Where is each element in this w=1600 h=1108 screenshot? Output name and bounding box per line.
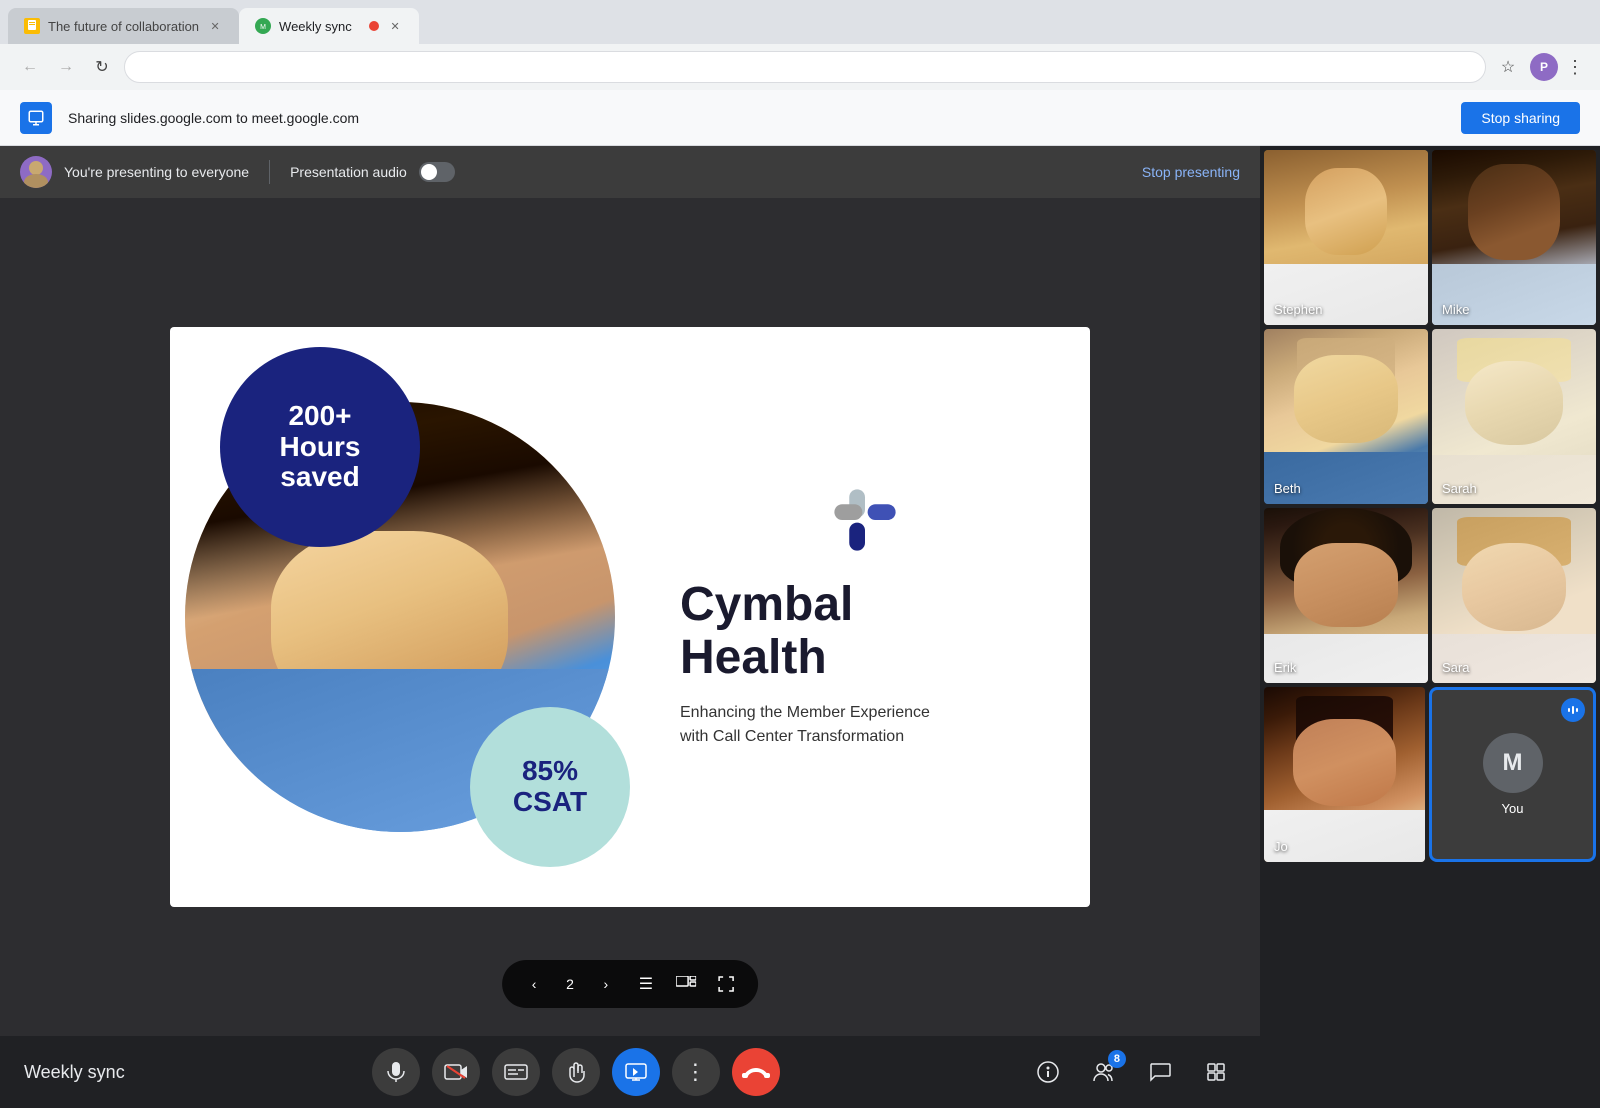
svg-text:M: M (260, 24, 266, 31)
presenting-text: You're presenting to everyone (64, 164, 249, 180)
company-name: Cymbal Health (680, 579, 1050, 685)
camera-button[interactable] (432, 1048, 480, 1096)
participants-row-2: Beth Sarah (1264, 329, 1596, 504)
company-name-line2: Health (680, 632, 1050, 685)
participant-erik: Erik (1264, 508, 1428, 683)
tab-slides[interactable]: The future of collaboration ✕ (8, 8, 239, 44)
audio-toggle[interactable] (419, 162, 455, 182)
sarah-label: Sarah (1442, 481, 1477, 496)
slide-subtitle: Enhancing the Member Experience with Cal… (680, 701, 1050, 749)
stop-presenting-button[interactable]: Stop presenting (1142, 164, 1240, 180)
you-tile: M You (1429, 687, 1596, 862)
participant-beth: Beth (1264, 329, 1428, 504)
info-button[interactable] (1028, 1052, 1068, 1092)
forward-button[interactable]: → (52, 53, 80, 81)
jo-label: Jo (1274, 839, 1288, 854)
present-button[interactable] (612, 1048, 660, 1096)
filmstrip-icon[interactable]: ☰ (630, 968, 662, 1000)
sharing-icon (20, 102, 52, 134)
profile-icon[interactable]: P (1530, 53, 1558, 81)
you-avatar: M (1483, 733, 1543, 793)
people-badge: 8 (1108, 1050, 1126, 1068)
slides-favicon (24, 18, 40, 34)
stat-csat: CSAT (513, 787, 587, 818)
chrome-menu-icon[interactable]: ⋮ (1566, 57, 1584, 78)
company-name-line1: Cymbal (680, 579, 1050, 632)
participants-row-3: Erik Sara (1264, 508, 1596, 683)
more-options-button[interactable]: ⋮ (672, 1048, 720, 1096)
main-area: You're presenting to everyone Presentati… (0, 146, 1600, 1108)
beth-label: Beth (1274, 481, 1301, 496)
stop-sharing-button[interactable]: Stop sharing (1461, 102, 1580, 134)
slide-left: 200+ Hours saved 85% CSAT (170, 327, 650, 907)
raise-hand-button[interactable] (552, 1048, 600, 1096)
participants-row-1: Stephen Mike (1264, 150, 1596, 325)
address-bar[interactable] (124, 51, 1486, 83)
stat-hours: Hours (280, 432, 361, 463)
bookmark-icon[interactable]: ☆ (1494, 53, 1522, 81)
reload-button[interactable]: ↻ (88, 53, 116, 81)
mike-label: Mike (1442, 302, 1469, 317)
next-slide-button[interactable]: › (590, 968, 622, 1000)
sara-label: Sara (1442, 660, 1469, 675)
divider (269, 160, 270, 184)
subtitle-line1: Enhancing the Member Experience (680, 701, 1050, 725)
tab-bar: The future of collaboration ✕ M Weekly s… (0, 0, 1600, 90)
slide-number: 2 (558, 976, 582, 992)
slide: 200+ Hours saved 85% CSAT (170, 327, 1090, 907)
user-avatar: P (1530, 53, 1558, 81)
you-label: You (1502, 801, 1524, 816)
cymbal-cross-icon (830, 485, 900, 555)
meet-tab-close[interactable]: ✕ (387, 18, 403, 34)
bottom-toolbar: Weekly sync (0, 1036, 1260, 1108)
participant-jo: Jo (1264, 687, 1425, 862)
audio-active-icon (1561, 698, 1585, 722)
prev-slide-button[interactable]: ‹ (518, 968, 550, 1000)
participant-stephen: Stephen (1264, 150, 1428, 325)
participant-sarah: Sarah (1432, 329, 1596, 504)
audio-label: Presentation audio (290, 164, 407, 180)
sharing-bar: Sharing slides.google.com to meet.google… (0, 90, 1600, 146)
participant-mike: Mike (1432, 150, 1596, 325)
presentation-area: You're presenting to everyone Presentati… (0, 146, 1260, 1108)
meeting-name: Weekly sync (24, 1062, 125, 1083)
people-button[interactable]: 8 (1084, 1052, 1124, 1092)
participant-sara: Sara (1432, 508, 1596, 683)
erik-label: Erik (1274, 660, 1296, 675)
slides-tab-close[interactable]: ✕ (207, 18, 223, 34)
slide-navigation: ‹ 2 › ☰ (502, 960, 758, 1008)
back-button[interactable]: ← (16, 53, 44, 81)
slide-right: Cymbal Health Enhancing the Member Exper… (650, 445, 1090, 789)
presenter-view-icon[interactable] (670, 968, 702, 1000)
presenter-bar: You're presenting to everyone Presentati… (0, 146, 1260, 198)
presenter-avatar (20, 156, 52, 188)
tab-meet[interactable]: M Weekly sync ✕ (239, 8, 419, 44)
cymbal-logo (680, 485, 1050, 555)
stat-85: 85% (522, 756, 578, 787)
participants-row-4: Jo M You (1264, 687, 1596, 862)
browser-window: The future of collaboration ✕ M Weekly s… (0, 0, 1600, 1108)
activities-button[interactable] (1196, 1052, 1236, 1092)
captions-button[interactable] (492, 1048, 540, 1096)
toggle-thumb (421, 164, 437, 180)
stat-circle-hours: 200+ Hours saved (220, 347, 420, 547)
recording-indicator (369, 21, 379, 31)
stat-saved: saved (280, 462, 359, 493)
slide-container: 200+ Hours saved 85% CSAT (0, 198, 1260, 1036)
meet-favicon: M (255, 18, 271, 34)
meet-tab-title: Weekly sync (279, 19, 361, 34)
fullscreen-icon[interactable] (710, 968, 742, 1000)
stat-circle-csat: 85% CSAT (470, 707, 630, 867)
chat-button[interactable] (1140, 1052, 1180, 1092)
participants-panel: Stephen Mike B (1260, 146, 1600, 1108)
end-call-button[interactable] (732, 1048, 780, 1096)
subtitle-line2: with Call Center Transformation (680, 725, 1050, 749)
stat-200: 200+ (288, 401, 351, 432)
stephen-label: Stephen (1274, 302, 1322, 317)
sharing-text: Sharing slides.google.com to meet.google… (68, 110, 1445, 126)
toolbar-right: 8 (1028, 1052, 1236, 1092)
toolbar-center: ⋮ (372, 1048, 780, 1096)
slides-tab-title: The future of collaboration (48, 19, 199, 34)
microphone-button[interactable] (372, 1048, 420, 1096)
